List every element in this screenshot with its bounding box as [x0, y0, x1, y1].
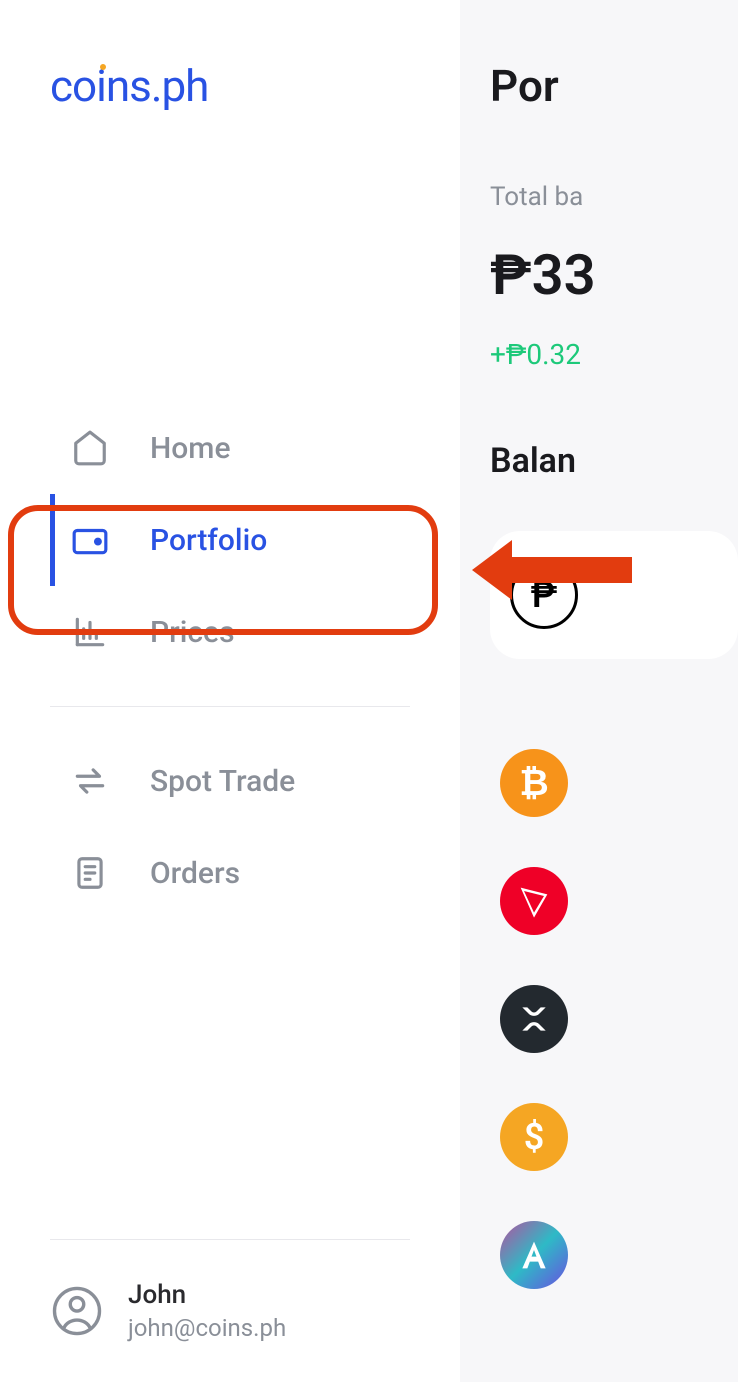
coin-item-aave[interactable] — [490, 1221, 738, 1289]
balance-amount: ₱33 — [490, 242, 738, 308]
nav-item-orders[interactable]: Orders — [50, 827, 410, 919]
user-name: John — [128, 1280, 286, 1310]
xrp-icon — [500, 985, 568, 1053]
user-info: John john@coins.ph — [128, 1280, 286, 1342]
coin-item-php[interactable]: ₱ — [490, 531, 738, 659]
page-title: Por — [490, 60, 738, 112]
nav-label-portfolio: Portfolio — [150, 523, 267, 558]
coin-item-btc[interactable]: ₿ — [490, 749, 738, 817]
main-content: Por Total ba ₱33 +₱0.32 Balan ₱ ₿ — [460, 0, 738, 1382]
coin-item-trx[interactable] — [490, 867, 738, 935]
nav-item-spot-trade[interactable]: Spot Trade — [50, 735, 410, 827]
wallet-icon — [70, 520, 110, 560]
nav-list: Home Portfolio Prices — [50, 402, 410, 678]
coin-list: ₱ ₿ $ — [490, 531, 738, 1289]
user-avatar-icon — [50, 1284, 104, 1338]
nav-label-prices: Prices — [150, 615, 235, 650]
nav-list-2: Spot Trade Orders — [50, 735, 410, 919]
tron-icon — [500, 867, 568, 935]
aave-icon — [500, 1221, 568, 1289]
total-balance-label: Total ba — [490, 182, 738, 212]
nav-item-prices[interactable]: Prices — [50, 586, 410, 678]
divider — [50, 706, 410, 707]
nav-item-portfolio[interactable]: Portfolio — [50, 494, 410, 586]
logo-text-3: ns.ph — [106, 60, 209, 112]
nav-label-spot-trade: Spot Trade — [150, 764, 295, 799]
logo-text-2: i — [96, 60, 106, 112]
peso-icon: ₱ — [510, 561, 578, 629]
coin-item-usd[interactable]: $ — [490, 1103, 738, 1171]
user-section[interactable]: John john@coins.ph — [50, 1239, 410, 1342]
dollar-icon: $ — [500, 1103, 568, 1171]
chart-icon — [70, 612, 110, 652]
balance-change: +₱0.32 — [490, 338, 738, 371]
orders-icon — [70, 853, 110, 893]
coin-item-xrp[interactable] — [490, 985, 738, 1053]
nav-label-home: Home — [150, 431, 231, 466]
nav-label-orders: Orders — [150, 856, 240, 891]
user-email: john@coins.ph — [128, 1314, 286, 1342]
home-icon — [70, 428, 110, 468]
sidebar: coins.ph Home Portfolio Prices — [0, 0, 460, 1382]
logo[interactable]: coins.ph — [50, 60, 410, 112]
balances-heading: Balan — [490, 441, 738, 481]
bitcoin-icon: ₿ — [500, 749, 568, 817]
logo-text-1: co — [50, 60, 96, 112]
swap-icon — [70, 761, 110, 801]
nav-item-home[interactable]: Home — [50, 402, 410, 494]
